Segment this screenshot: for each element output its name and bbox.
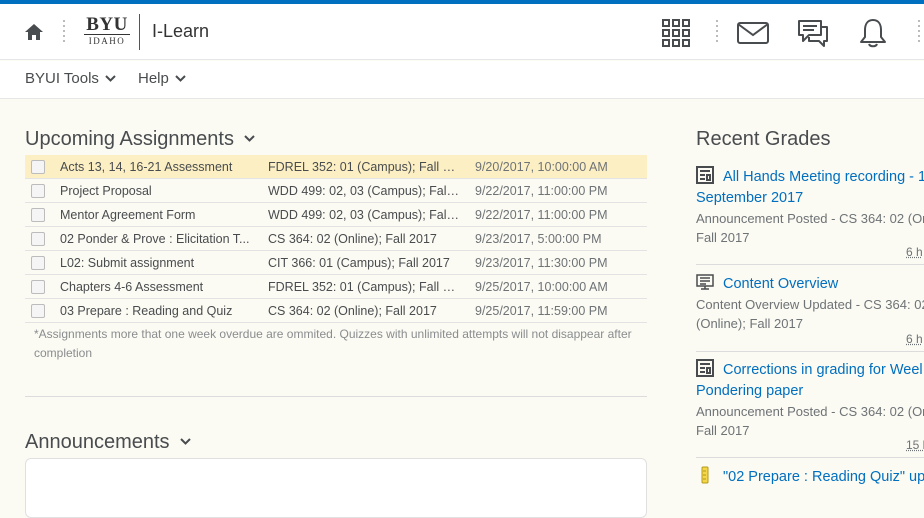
assignment-name[interactable]: Mentor Agreement Form (60, 208, 255, 222)
grade-link[interactable]: "02 Prepare : Reading Quiz" upc (696, 466, 924, 488)
announcements-heading[interactable]: Announcements (25, 431, 191, 454)
chevron-down-icon[interactable] (179, 438, 191, 445)
assignment-course: FDREL 352: 01 (Campus); Fall 20... (268, 280, 460, 294)
assignment-course: CS 364: 02 (Online); Fall 2017 (268, 232, 437, 246)
divider-dots (917, 20, 921, 44)
course-nav: BYUI Tools Help (0, 61, 924, 99)
section-divider (25, 396, 647, 397)
divider-dots (62, 20, 66, 44)
table-row[interactable]: L02: Submit assignment CIT 366: 01 (Camp… (25, 251, 647, 275)
grade-link-line2[interactable]: September 2017 (696, 188, 924, 209)
nav-item-label: BYUI Tools (25, 70, 99, 87)
grade-link-text: "02 Prepare : Reading Quiz" upc (723, 469, 924, 485)
grade-link-text: Content Overview (723, 276, 839, 292)
grade-detail: Content Overview Updated - CS 364: 02 (696, 297, 924, 312)
recent-grades-heading: Recent Grades (696, 128, 831, 150)
grade-item[interactable]: All Hands Meeting recording - 1 Septembe… (696, 166, 924, 259)
header: BYU IDAHO I-Learn (0, 4, 924, 60)
byu-idaho-logo[interactable]: BYU IDAHO (84, 15, 130, 47)
grade-detail: (Online); Fall 2017 (696, 316, 803, 331)
waffle-menu-icon[interactable] (662, 19, 690, 47)
grade-timestamp: 6 h (906, 245, 923, 259)
grade-divider (696, 264, 924, 265)
assignment-name[interactable]: 03 Prepare : Reading and Quiz (60, 304, 255, 318)
table-row[interactable]: Project Proposal WDD 499: 02, 03 (Campus… (25, 179, 647, 203)
grade-detail: Announcement Posted - CS 364: 02 (On (696, 211, 924, 226)
assignment-name[interactable]: L02: Submit assignment (60, 256, 255, 270)
announcement-icon (696, 166, 714, 184)
content-icon (696, 274, 714, 290)
table-row[interactable]: Mentor Agreement Form WDD 499: 02, 03 (C… (25, 203, 647, 227)
grade-detail: Announcement Posted - CS 364: 02 (On (696, 404, 924, 419)
chevron-down-icon (105, 75, 116, 82)
table-row[interactable]: Chapters 4-6 Assessment FDREL 352: 01 (C… (25, 275, 647, 299)
assignment-course: WDD 499: 02, 03 (Campus); Fall ... (268, 208, 460, 222)
grade-link-text: All Hands Meeting recording - 1 (723, 169, 924, 185)
app-title[interactable]: I-Learn (152, 21, 209, 42)
bell-icon[interactable] (859, 17, 887, 49)
assignment-course: FDREL 352: 01 (Campus); Fall 20... (268, 160, 460, 174)
assignment-course: CS 364: 02 (Online); Fall 2017 (268, 304, 437, 318)
chevron-down-icon[interactable] (244, 135, 255, 142)
table-row[interactable]: 02 Ponder & Prove : Elicitation T... CS … (25, 227, 647, 251)
grade-link-line2[interactable]: Pondering paper (696, 381, 924, 402)
table-row[interactable]: Acts 13, 14, 16-21 Assessment FDREL 352:… (25, 155, 647, 179)
assignment-name[interactable]: Chapters 4-6 Assessment (60, 280, 255, 294)
grade-item[interactable]: Corrections in grading for Weel Ponderin… (696, 359, 924, 452)
assignment-due: 9/20/2017, 10:00:00 AM (475, 160, 608, 174)
assignments-table: Acts 13, 14, 16-21 Assessment FDREL 352:… (25, 155, 647, 323)
grade-divider (696, 457, 924, 458)
divider-dots (715, 20, 719, 44)
chat-icon[interactable] (797, 19, 829, 47)
widget-title: Announcements (25, 431, 170, 453)
logo-bottom-text: IDAHO (84, 34, 130, 47)
grade-timestamp: 6 h (906, 332, 923, 346)
row-checkbox[interactable] (31, 256, 45, 270)
grade-link[interactable]: Content Overview (696, 273, 924, 295)
grade-link-text: Corrections in grading for Weel (723, 362, 923, 378)
row-checkbox[interactable] (31, 208, 45, 222)
chevron-down-icon (175, 75, 186, 82)
assignments-footnote: *Assignments more that one week overdue … (34, 327, 632, 360)
assignment-name[interactable]: Project Proposal (60, 184, 255, 198)
assignment-due: 9/23/2017, 11:30:00 PM (475, 256, 608, 270)
grade-item[interactable]: "02 Prepare : Reading Quiz" upc (696, 466, 924, 488)
assignment-name[interactable]: Acts 13, 14, 16-21 Assessment (60, 160, 255, 174)
nav-item-label: Help (138, 70, 169, 87)
row-checkbox[interactable] (31, 304, 45, 318)
nav-item-help[interactable]: Help (138, 70, 186, 87)
row-checkbox[interactable] (31, 232, 45, 246)
assignment-due: 9/25/2017, 10:00:00 AM (475, 280, 608, 294)
assignment-course: WDD 499: 02, 03 (Campus); Fall ... (268, 184, 460, 198)
grade-link[interactable]: All Hands Meeting recording - 1 (696, 166, 924, 188)
grade-divider (696, 351, 924, 352)
assignment-due: 9/22/2017, 11:00:00 PM (475, 208, 608, 222)
row-checkbox[interactable] (31, 160, 45, 174)
logo-top-text: BYU (86, 14, 128, 35)
assignment-course: CIT 366: 01 (Campus); Fall 2017 (268, 256, 450, 270)
widget-title: Upcoming Assignments (25, 128, 234, 150)
home-icon[interactable] (24, 23, 44, 41)
nav-item-byui-tools[interactable]: BYUI Tools (25, 70, 116, 87)
assignment-due: 9/25/2017, 11:59:00 PM (475, 304, 608, 318)
mail-icon[interactable] (737, 22, 769, 44)
upcoming-assignments-heading[interactable]: Upcoming Assignments (25, 128, 255, 151)
assignment-name[interactable]: 02 Ponder & Prove : Elicitation T... (60, 232, 255, 246)
grade-detail: Fall 2017 (696, 423, 750, 438)
row-checkbox[interactable] (31, 280, 45, 294)
grade-item[interactable]: Content Overview Content Overview Update… (696, 273, 924, 346)
grade-link[interactable]: Corrections in grading for Weel (696, 359, 924, 381)
assignment-due: 9/23/2017, 5:00:00 PM (475, 232, 602, 246)
row-checkbox[interactable] (31, 184, 45, 198)
table-row[interactable]: 03 Prepare : Reading and Quiz CS 364: 02… (25, 299, 647, 323)
assignment-due: 9/22/2017, 11:00:00 PM (475, 184, 608, 198)
announcements-panel (25, 458, 647, 518)
announcement-icon (696, 359, 714, 377)
grade-detail: Fall 2017 (696, 230, 750, 245)
grade-timestamp: 15 h (906, 438, 924, 452)
logo-divider (139, 14, 140, 50)
quiz-icon (701, 466, 709, 484)
